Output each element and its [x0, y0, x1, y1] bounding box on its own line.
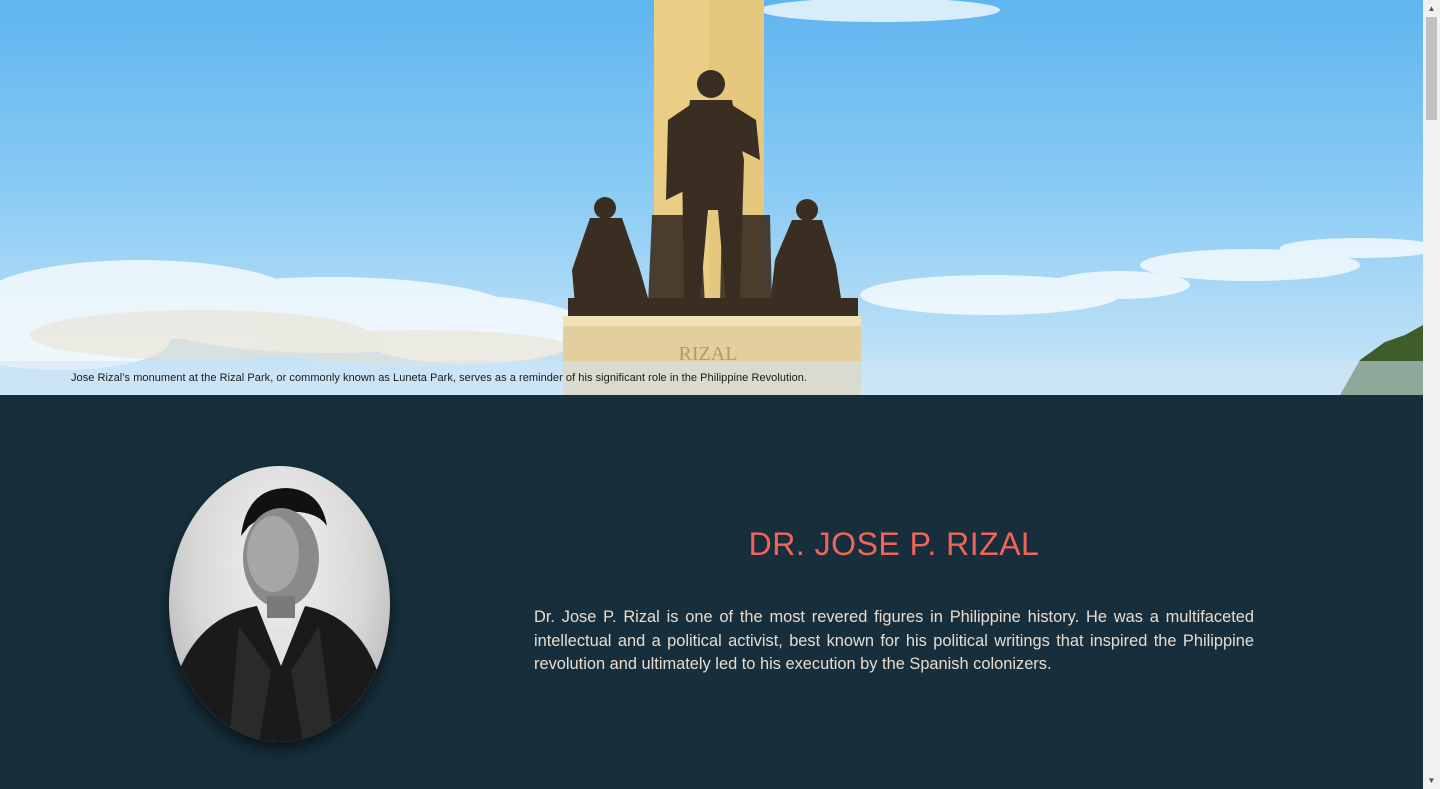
- biography-section: DR. JOSE P. RIZAL Dr. Jose P. Rizal is o…: [0, 395, 1423, 789]
- arrow-down-icon[interactable]: ▼: [1423, 772, 1440, 789]
- monument-photo: RIZAL: [0, 0, 1423, 395]
- biography-text: Dr. Jose P. Rizal is one of the most rev…: [534, 608, 1254, 673]
- page: RIZAL Jose Rizal’s monument at the Rizal…: [0, 0, 1423, 789]
- hero-caption: Jose Rizal’s monument at the Rizal Park,…: [71, 372, 808, 384]
- hero-banner: RIZAL Jose Rizal’s monument at the Rizal…: [0, 0, 1423, 395]
- rizal-portrait: [169, 466, 390, 742]
- vertical-scrollbar[interactable]: ▲ ▼: [1423, 0, 1440, 789]
- scrollbar-thumb[interactable]: [1426, 17, 1437, 120]
- arrow-up-icon[interactable]: ▲: [1423, 0, 1440, 17]
- biography-title: DR. JOSE P. RIZAL: [748, 526, 1040, 562]
- portrait-photo: [169, 488, 390, 742]
